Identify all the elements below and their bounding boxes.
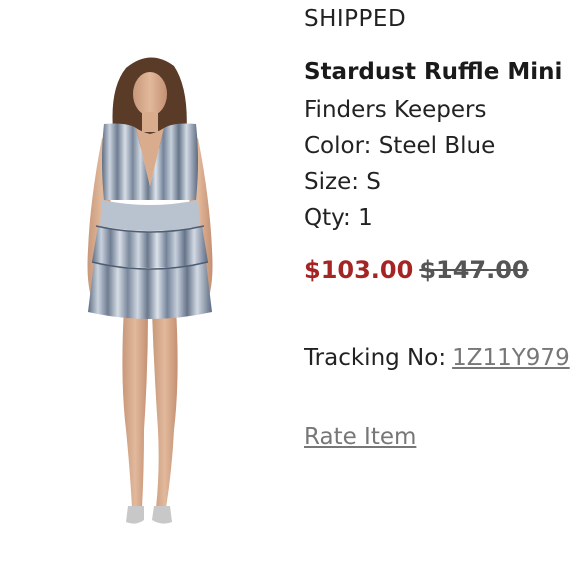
order-item-details: SHIPPED Stardust Ruffle Mini Finders Kee… xyxy=(304,0,580,580)
tracking-label: Tracking No: xyxy=(304,345,447,371)
price-row: $103.00 $147.00 xyxy=(304,256,529,284)
order-item-card: SHIPPED Stardust Ruffle Mini Finders Kee… xyxy=(0,0,580,580)
tracking-number-link[interactable]: 1Z11Y979 xyxy=(452,345,570,371)
tracking-row: Tracking No: 1Z11Y979 xyxy=(304,345,570,371)
sale-price: $103.00 xyxy=(304,256,414,284)
original-price: $147.00 xyxy=(419,256,529,284)
rate-item-link[interactable]: Rate Item xyxy=(304,424,416,450)
product-quantity: Qty: 1 xyxy=(304,205,373,231)
product-size: Size: S xyxy=(304,169,381,195)
shipment-status: SHIPPED xyxy=(304,6,407,32)
product-image[interactable] xyxy=(40,50,260,540)
product-color: Color: Steel Blue xyxy=(304,133,496,159)
product-title[interactable]: Stardust Ruffle Mini xyxy=(304,59,562,85)
product-brand: Finders Keepers xyxy=(304,97,487,123)
